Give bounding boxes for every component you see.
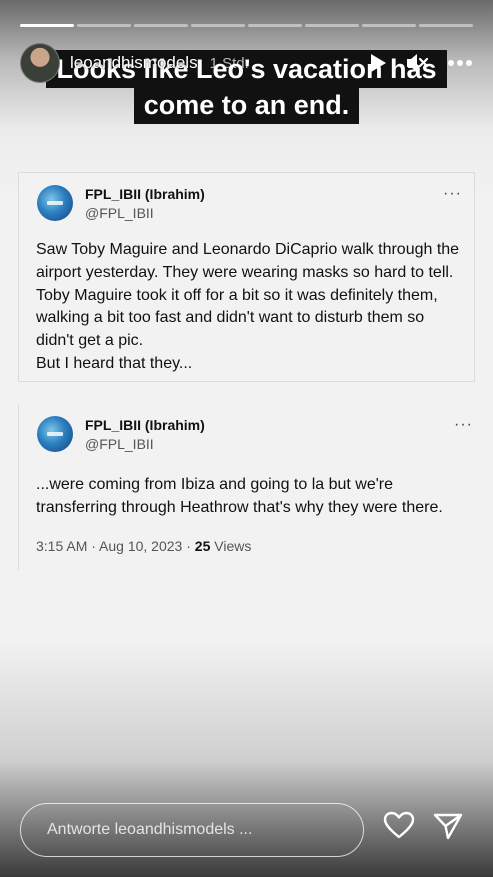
more-dots-icon[interactable]	[447, 59, 473, 67]
story-header: leoandhismodels 1 Std.	[20, 43, 473, 83]
tweet-line: airport yesterday. They were wearing mas…	[36, 263, 454, 281]
story-viewer: Looks like Leo's vacation has come to an…	[0, 0, 493, 877]
heart-icon[interactable]	[383, 811, 415, 844]
tweet-line: Toby Maguire took it off for a bit so it…	[36, 286, 438, 304]
tweet-more-icon: ···	[454, 416, 473, 433]
story-caption-line2: come to an end.	[0, 86, 493, 124]
tweet-more-icon: ···	[443, 185, 462, 202]
reply-placeholder: Antworte leoandhismodels ...	[47, 821, 253, 838]
progress-segment	[134, 24, 188, 27]
progress-segment	[362, 24, 416, 27]
tweet-meta: 3:15 AM · Aug 10, 2023 · 25 Views	[36, 538, 251, 554]
progress-segment	[419, 24, 473, 27]
tweet-card: FPL_IBII (Ibrahim) @FPL_IBII ··· ...were…	[18, 404, 475, 570]
story-time: 1 Std.	[209, 54, 249, 72]
tweet-text: Saw Toby Maguire and Leonardo DiCaprio w…	[36, 239, 460, 376]
tweet-text: ...were coming from Ibiza and going to l…	[36, 474, 461, 520]
story-username[interactable]: leoandhismodels	[70, 53, 198, 73]
tweet-avatar	[37, 416, 73, 452]
progress-segment	[20, 24, 74, 27]
tweet-line: didn't get a pic.	[36, 332, 144, 350]
tweet-line: But I heard that they...	[36, 354, 193, 372]
tweet-avatar	[37, 185, 73, 221]
tweet-author-handle: @FPL_IBII	[85, 436, 154, 452]
tweet-line: walking a bit too fast and didn't want t…	[36, 309, 425, 327]
play-icon[interactable]	[369, 53, 387, 73]
tweet-timestamp: 3:15 AM · Aug 10, 2023 ·	[36, 538, 195, 554]
tweet-line: ...were coming from Ibiza and going to l…	[36, 476, 394, 493]
tweet-card: FPL_IBII (Ibrahim) @FPL_IBII ··· Saw Tob…	[18, 172, 475, 382]
progress-segment	[305, 24, 359, 27]
tweet-views-count: 25	[194, 538, 211, 554]
tweet-views-label: Views	[210, 538, 252, 554]
tweet-line: transferring through Heathrow that's why…	[36, 498, 443, 516]
avatar[interactable]	[20, 43, 60, 83]
tweet-author-name: FPL_IBII (Ibrahim)	[85, 417, 205, 433]
reply-input[interactable]: Antworte leoandhismodels ...	[20, 803, 364, 857]
tweet-author-name: FPL_IBII (Ibrahim)	[85, 186, 205, 202]
progress-segment	[191, 24, 245, 27]
story-progress-bar	[20, 24, 473, 27]
send-icon[interactable]	[433, 812, 463, 845]
progress-segment	[248, 24, 302, 27]
progress-segment	[77, 24, 131, 27]
tweet-line: Saw Toby Maguire and Leonardo DiCaprio w…	[36, 241, 460, 258]
speaker-muted-icon[interactable]	[405, 52, 429, 74]
tweet-author-handle: @FPL_IBII	[85, 205, 154, 221]
